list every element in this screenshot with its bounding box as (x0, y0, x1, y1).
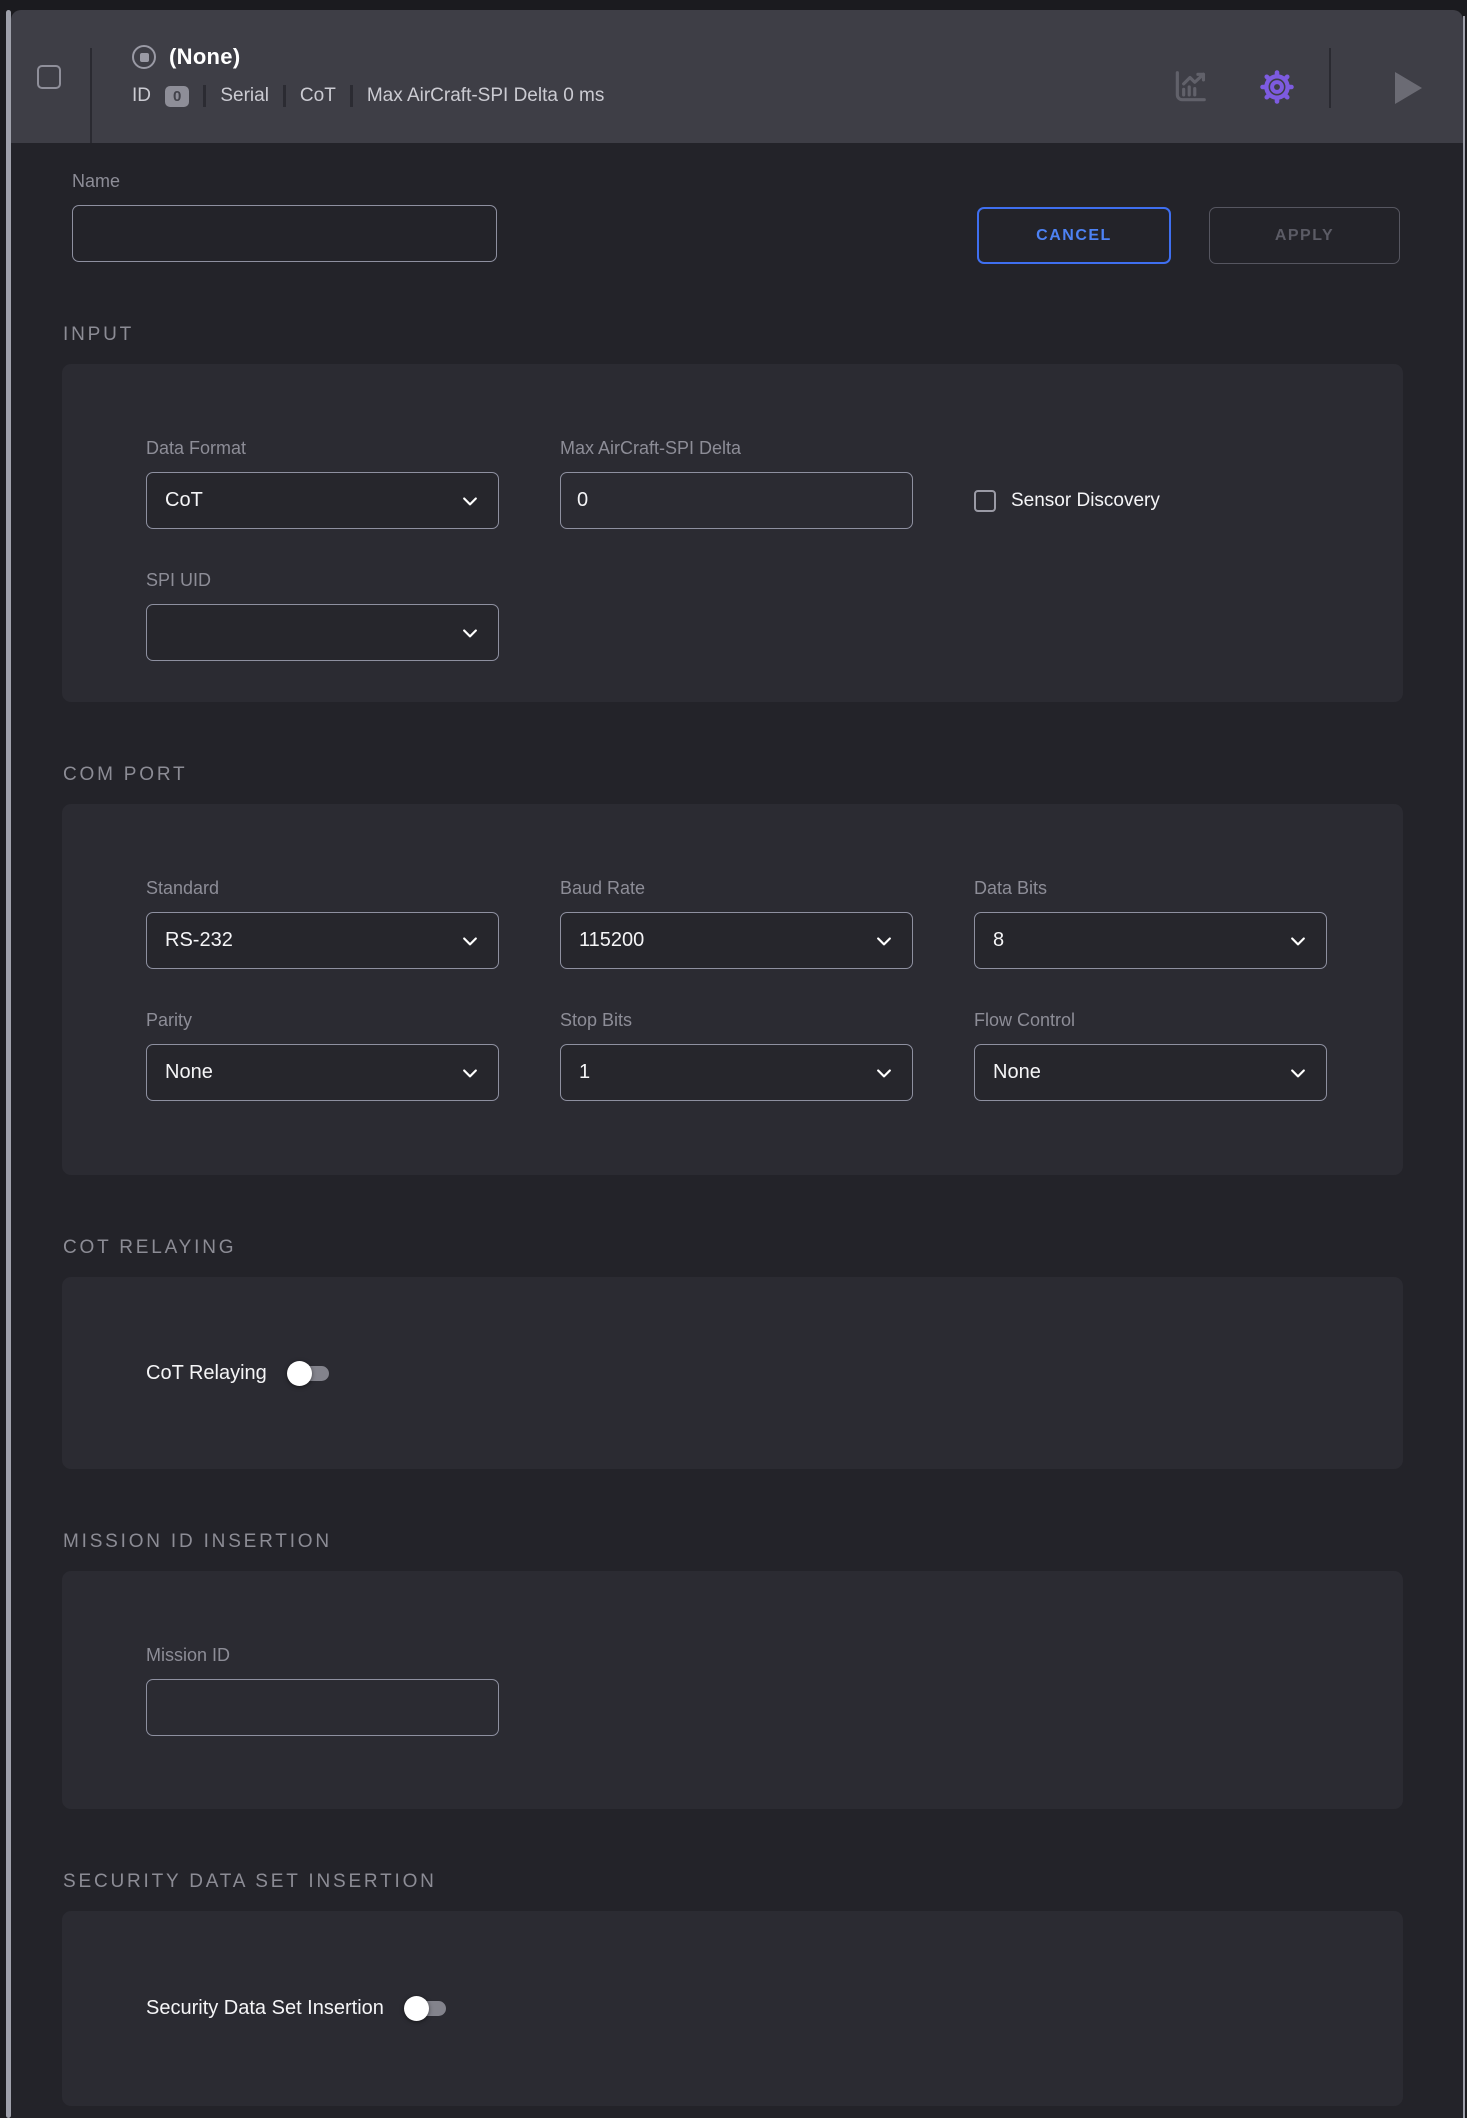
id-label: ID (132, 85, 151, 107)
max-delta-field: Max AirCraft-SPI Delta (560, 439, 913, 529)
right-edge-scrollbar[interactable] (1463, 16, 1465, 2118)
header-divider (90, 48, 92, 143)
name-input[interactable] (72, 205, 497, 262)
gear-icon[interactable] (1257, 67, 1297, 107)
data-format-label: Data Format (146, 439, 499, 457)
chevron-down-icon (460, 1063, 480, 1083)
data-bits-label: Data Bits (974, 879, 1327, 897)
device-summary: (None) ID 0 Serial CoT Max AirCraft-SPI … (132, 40, 604, 107)
spi-uid-field: SPI UID (146, 571, 499, 661)
baud-rate-label: Baud Rate (560, 879, 913, 897)
device-config-screen: (None) ID 0 Serial CoT Max AirCraft-SPI … (0, 0, 1467, 2118)
section-title-com-port: COM PORT (63, 765, 1463, 785)
device-meta: ID 0 Serial CoT Max AirCraft-SPI Delta 0… (132, 85, 604, 107)
parity-field: Parity None (146, 1011, 499, 1101)
chevron-down-icon (1288, 931, 1308, 951)
sensor-discovery-label: Sensor Discovery (1011, 490, 1160, 512)
cancel-button[interactable]: CANCEL (977, 207, 1171, 264)
data-format-field: Data Format CoT (146, 439, 499, 529)
baud-rate-field: Baud Rate 115200 (560, 879, 913, 969)
security-panel: Security Data Set Insertion (62, 1911, 1403, 2106)
stop-bits-select[interactable]: 1 (560, 1044, 913, 1101)
chevron-down-icon (460, 491, 480, 511)
cot-relaying-panel: CoT Relaying (62, 1277, 1403, 1469)
data-format-select[interactable]: CoT (146, 472, 499, 529)
chart-icon[interactable] (1171, 68, 1209, 106)
max-delta-input[interactable] (560, 472, 913, 529)
standard-select[interactable]: RS-232 (146, 912, 499, 969)
mission-id-panel: Mission ID (62, 1571, 1403, 1809)
cot-relaying-toggle[interactable] (289, 1366, 329, 1381)
standard-field: Standard RS-232 (146, 879, 499, 969)
select-device-checkbox[interactable] (37, 65, 61, 89)
cot-relaying-label: CoT Relaying (146, 1362, 267, 1385)
device-config-card: (None) ID 0 Serial CoT Max AirCraft-SPI … (11, 10, 1463, 2118)
flow-control-field: Flow Control None (974, 1011, 1327, 1101)
baud-rate-select[interactable]: 115200 (560, 912, 913, 969)
section-title-input: INPUT (63, 325, 1463, 345)
id-badge: 0 (165, 86, 189, 107)
play-icon[interactable] (1395, 72, 1422, 104)
standard-label: Standard (146, 879, 499, 897)
chevron-down-icon (874, 1063, 894, 1083)
data-bits-select[interactable]: 8 (974, 912, 1327, 969)
record-status-icon (132, 45, 156, 69)
apply-button[interactable]: APPLY (1209, 207, 1400, 264)
format-label: CoT (300, 85, 336, 107)
security-toggle-label: Security Data Set Insertion (146, 1997, 384, 2020)
sensor-discovery-checkbox[interactable] (974, 490, 996, 512)
form-actions: CANCEL APPLY (977, 207, 1400, 264)
security-toggle[interactable] (406, 2001, 446, 2016)
meta-separator (350, 85, 353, 107)
config-form: Name CANCEL APPLY INPUT Data Format CoT (11, 143, 1463, 2118)
parity-select[interactable]: None (146, 1044, 499, 1101)
spi-uid-select[interactable] (146, 604, 499, 661)
protocol-label: Serial (220, 85, 269, 107)
com-port-panel: Standard RS-232 Baud Rate 1152 (62, 804, 1403, 1175)
chevron-down-icon (460, 623, 480, 643)
data-bits-field: Data Bits 8 (974, 879, 1327, 969)
mission-id-field: Mission ID (146, 1646, 499, 1736)
header-divider (1329, 48, 1331, 108)
stop-bits-field: Stop Bits 1 (560, 1011, 913, 1101)
sensor-discovery-field: Sensor Discovery (974, 439, 1327, 529)
spi-uid-label: SPI UID (146, 571, 499, 589)
chevron-down-icon (460, 931, 480, 951)
parity-label: Parity (146, 1011, 499, 1029)
mission-id-input[interactable] (146, 1679, 499, 1736)
meta-separator (283, 85, 286, 107)
name-label: Name (72, 172, 1463, 190)
mission-id-label: Mission ID (146, 1646, 499, 1664)
section-title-cot-relaying: COT RELAYING (63, 1238, 1463, 1258)
input-panel: Data Format CoT Max AirCraft-SPI Delta (62, 364, 1403, 702)
section-title-security: SECURITY DATA SET INSERTION (63, 1872, 1463, 1892)
chevron-down-icon (874, 931, 894, 951)
flow-control-select[interactable]: None (974, 1044, 1327, 1101)
max-delta-label: Max AirCraft-SPI Delta (560, 439, 913, 457)
chevron-down-icon (1288, 1063, 1308, 1083)
delta-label: Max AirCraft-SPI Delta 0 ms (367, 85, 605, 107)
section-title-mission-id: MISSION ID INSERTION (63, 1532, 1463, 1552)
flow-control-label: Flow Control (974, 1011, 1327, 1029)
device-header: (None) ID 0 Serial CoT Max AirCraft-SPI … (11, 10, 1463, 143)
device-title: (None) (169, 44, 240, 70)
stop-bits-label: Stop Bits (560, 1011, 913, 1029)
meta-separator (203, 85, 206, 107)
